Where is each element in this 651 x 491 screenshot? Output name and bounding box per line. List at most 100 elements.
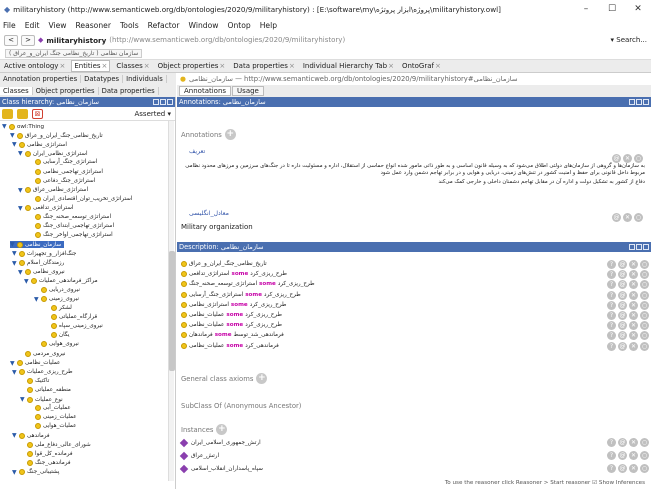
equivalent-class-row[interactable]: استراتژی_جنگ_آرسایی some طرح_ریزی_کرد	[181, 291, 301, 298]
axiom-info-icon[interactable]: ?	[607, 311, 616, 320]
axiom-info-icon[interactable]: ?	[607, 280, 616, 290]
equivalent-class-row[interactable]: عملیات_نظامی some طرح_ریزی_کرد	[181, 312, 282, 318]
axiom-info-icon[interactable]: ?	[607, 270, 616, 280]
instance-row[interactable]: ارتش_عراق	[179, 451, 219, 461]
axiom-info-icon[interactable]: ?	[607, 260, 616, 269]
axiom-delete-icon[interactable]: ✕	[629, 280, 638, 290]
tree-node[interactable]: ▼ جنگ‌افزار_و_تجهیزات	[12, 250, 76, 257]
menu-reasoner[interactable]: Reasoner	[75, 21, 110, 30]
menu-ontop[interactable]: Ontop	[227, 21, 250, 30]
expand-toggle-icon[interactable]: ▼	[2, 123, 8, 130]
axiom-delete-icon[interactable]: ✕	[629, 270, 638, 280]
axiom-delete-icon[interactable]: ✕	[629, 290, 638, 300]
tree-node-selected[interactable]: ▼ سازمان_نظامی	[10, 241, 65, 249]
axiom-edit-icon[interactable]: ○	[640, 300, 649, 310]
expand-toggle-icon[interactable]: ▼	[10, 360, 16, 367]
menu-view[interactable]: View	[48, 21, 66, 30]
expand-toggle-icon[interactable]: ▼	[24, 278, 30, 285]
tree-node[interactable]: ▼ رزمندگان_اسلام	[12, 260, 64, 267]
axiom-info-icon[interactable]: ?	[607, 341, 616, 351]
instance-delete-icon[interactable]: ✕	[629, 451, 638, 460]
axiom-edit-icon[interactable]: ○	[640, 270, 649, 280]
tab-datatypes[interactable]: Datatypes	[81, 75, 124, 83]
expand-toggle-icon[interactable]: ▼	[12, 432, 18, 439]
instance-info-icon[interactable]: ?	[607, 438, 616, 447]
axiom-edit-icon[interactable]: ○	[640, 290, 649, 300]
equivalent-class-row[interactable]: فرماندهان some فرماندهی_شد_توسط	[181, 332, 284, 339]
delete-class-icon[interactable]: ⊠	[32, 108, 43, 119]
axiom-edit-icon[interactable]: ○	[640, 341, 649, 351]
back-button[interactable]: <	[4, 34, 18, 46]
axiom-explain-icon[interactable]: @	[618, 280, 627, 290]
axiom-explain-icon[interactable]: @	[618, 290, 627, 300]
tab-data-properties[interactable]: Data properties×	[231, 61, 297, 71]
add-general-axiom-icon[interactable]: +	[256, 373, 268, 384]
menu-help[interactable]: Help	[260, 21, 277, 30]
ann-pin-icon[interactable]	[629, 99, 635, 105]
tab-object-properties[interactable]: Object properties×	[156, 61, 228, 71]
axiom-explain-icon[interactable]: @	[618, 321, 627, 331]
equivalent-class-row[interactable]: عملیات_نظامی some طرح_ریزی_کرد	[181, 322, 282, 329]
desc-close-icon[interactable]	[643, 244, 649, 250]
tree-node[interactable]: استراتژی_جنگ_آرسایی	[28, 159, 97, 166]
axiom-info-icon[interactable]: ?	[607, 290, 616, 300]
add-instance-icon[interactable]: +	[216, 424, 228, 435]
tab-ontograf[interactable]: OntoGraf×	[400, 61, 443, 71]
instance-info-icon[interactable]: ?	[607, 464, 616, 473]
panel-max-icon[interactable]	[160, 99, 166, 105]
menu-tools[interactable]: Tools	[120, 21, 139, 30]
expand-toggle-icon[interactable]: ▼	[12, 260, 18, 267]
annotation-edit-icon[interactable]: ○	[634, 154, 643, 163]
ontology-name[interactable]: militaryhistory	[46, 36, 106, 45]
tree-node[interactable]: ▼ طرح_ریزی_عملیات	[12, 369, 73, 376]
axiom-edit-icon[interactable]: ○	[640, 331, 649, 341]
tree-node[interactable]: ▼ نیروی_نظامی	[18, 269, 65, 276]
forward-button[interactable]: >	[21, 34, 35, 46]
axiom-edit-icon[interactable]: ○	[640, 321, 649, 331]
tree-node[interactable]: ▼ مراکز_فرماندهی_عملیات	[24, 278, 98, 285]
minimize-button[interactable]: –	[573, 4, 599, 14]
add-sibling-icon[interactable]	[17, 108, 28, 119]
tab-usage[interactable]: Usage	[232, 86, 264, 96]
expand-toggle-icon[interactable]: ▼	[10, 132, 16, 139]
tree-node[interactable]: ▼ نوع_عملیات	[20, 396, 63, 403]
axiom-delete-icon[interactable]: ✕	[629, 331, 638, 341]
axiom-edit-icon[interactable]: ○	[640, 260, 649, 269]
expand-toggle-icon[interactable]: ▼	[34, 296, 40, 303]
tree-node[interactable]: نیروی_مردمی	[18, 350, 65, 357]
add-annotation-icon[interactable]: +	[224, 129, 236, 140]
tree-node[interactable]: ▼ استراتژی_نظامی_عراق	[18, 187, 88, 194]
axiom-edit-icon[interactable]: ○	[640, 280, 649, 290]
expand-toggle-icon[interactable]: ▼	[10, 241, 16, 248]
tree-scrollbar-thumb[interactable]	[169, 251, 175, 371]
tree-node[interactable]: استراتژی_تهاجمی_نظامی	[28, 168, 103, 175]
tab-active-ontology[interactable]: Active ontology×	[2, 61, 67, 71]
axiom-explain-icon[interactable]: @	[618, 270, 627, 280]
tab-individual-hierarchy[interactable]: Individual Hierarchy Tab×	[301, 61, 396, 71]
tab-annotation-properties[interactable]: Annotation properties	[0, 75, 82, 83]
tree-node[interactable]: ▼ فرماندهی	[12, 432, 50, 439]
axiom-delete-icon[interactable]: ✕	[629, 321, 638, 331]
annotation-edit-icon[interactable]: ○	[634, 213, 643, 222]
axiom-info-icon[interactable]: ?	[607, 300, 616, 310]
menu-file[interactable]: File	[3, 21, 16, 30]
expand-toggle-icon[interactable]: ▼	[12, 141, 18, 148]
axiom-explain-icon[interactable]: @	[618, 260, 627, 269]
tree-node[interactable]: نیروی_زمینی_سپاه	[44, 323, 103, 330]
instance-edit-icon[interactable]: ○	[640, 451, 649, 460]
desc-pin-icon[interactable]	[629, 244, 635, 250]
tree-node[interactable]: منطقه_عملیاتی	[20, 386, 71, 393]
tree-node[interactable]: استراتژی_تهاجمی_اواخر_جنگ	[28, 232, 113, 239]
tree-node[interactable]: ▼ عملیات_نظامی	[10, 360, 60, 367]
menu-edit[interactable]: Edit	[25, 21, 40, 30]
menu-refactor[interactable]: Refactor	[148, 21, 180, 30]
tree-node[interactable]: ▼ پشتیبانی_جنگ	[12, 469, 59, 476]
instance-explain-icon[interactable]: @	[618, 438, 627, 447]
tree-node[interactable]: فرمانده_کل_قوا	[20, 450, 73, 457]
expand-toggle-icon[interactable]: ▼	[18, 269, 24, 276]
axiom-explain-icon[interactable]: @	[618, 331, 627, 341]
annotation-delete-icon[interactable]: ✕	[623, 154, 632, 163]
breadcrumb-item[interactable]: سازمان نظامی ( تاریخ_نظامی جنگ ایران_و_ع…	[5, 48, 143, 58]
tab-classes-left[interactable]: Classes	[0, 87, 33, 95]
tree-node[interactable]: عملیات_زمینی	[28, 414, 77, 421]
